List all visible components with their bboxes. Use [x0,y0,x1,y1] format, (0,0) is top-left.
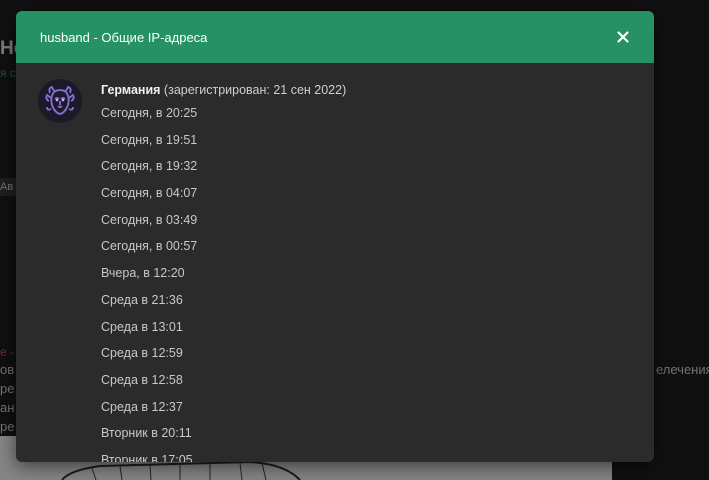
lion-avatar-icon [38,79,82,123]
shared-ip-dialog: husband - Общие IP-адреса Германия (заре… [16,11,654,462]
timestamp-item: Вторник в 17:05 [101,452,193,462]
registration-date: (зарегистрирован: 21 сен 2022) [163,83,347,97]
dialog-body: Германия (зарегистрирован: 21 сен 2022) … [16,63,654,462]
timestamp-item: Среда в 21:36 [101,292,183,307]
ip-entry: Германия (зарегистрирован: 21 сен 2022) … [101,80,634,462]
timestamp-item: Сегодня, в 00:57 [101,239,198,254]
timestamp-item: Вчера, в 12:20 [101,266,185,281]
timestamp-item: Сегодня, в 03:49 [101,212,198,227]
close-icon [617,31,629,43]
avatar[interactable] [38,79,82,123]
timestamp-item: Среда в 13:01 [101,319,183,334]
timestamp-item: Сегодня, в 19:32 [101,159,198,174]
timestamp-item: Вторник в 20:11 [101,426,192,441]
dialog-title: husband - Общие IP-адреса [40,29,208,45]
timestamp-item: Сегодня, в 20:25 [101,106,198,120]
timestamp-item: Сегодня, в 19:51 [101,132,198,147]
country-name: Германия [101,83,161,97]
close-button[interactable] [612,26,634,48]
timestamp-item: Среда в 12:59 [101,346,183,361]
timestamp-item: Среда в 12:58 [101,372,183,387]
dialog-header: husband - Общие IP-адреса [16,11,654,63]
entry-header: Германия (зарегистрирован: 21 сен 2022) [101,80,634,100]
timestamp-item: Сегодня, в 04:07 [101,186,198,201]
timestamp-item: Среда в 12:37 [101,399,183,414]
timestamp-list: Сегодня, в 20:25 Сегодня, в 19:51 Сегодн… [101,100,634,462]
